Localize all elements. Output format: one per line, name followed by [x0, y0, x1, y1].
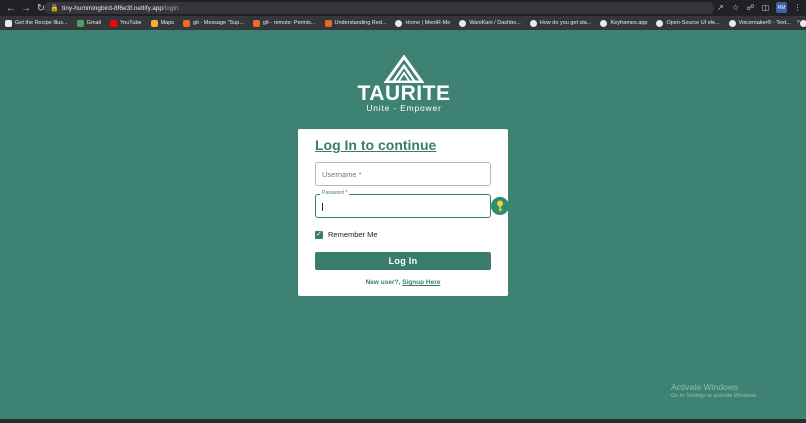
youtube-icon	[109, 19, 117, 27]
text-caret	[322, 203, 323, 211]
bookmark-item[interactable]: Siri Guru Granth Sa...	[799, 19, 806, 27]
sidepanel-icon[interactable]: ◫	[761, 3, 770, 12]
watermark-subtitle: Go to Settings to activate Windows.	[671, 393, 758, 399]
bookmark-item[interactable]: How do you get sta...	[529, 19, 592, 27]
bookmark-label: YouTube	[119, 20, 142, 26]
star-icon[interactable]: ☆	[731, 3, 740, 12]
bookmark-item[interactable]: Maps	[150, 19, 175, 27]
globe-icon	[529, 19, 537, 27]
password-label: Password *	[320, 190, 350, 196]
address-bar[interactable]: 🔒 tiny-hummingbird-8f6e3f.netlify.app /l…	[44, 2, 714, 14]
git-icon	[183, 19, 191, 27]
bookmark-item[interactable]: WaniKani / Dashbo...	[459, 19, 521, 27]
activate-windows-watermark: Activate Windows Go to Settings to activ…	[671, 382, 758, 399]
bookmark-label: Maps	[160, 20, 175, 26]
globe-icon	[799, 19, 806, 27]
signup-row: New user?, Signup Here	[298, 279, 508, 286]
extensions-icon[interactable]: ☍	[746, 3, 755, 12]
globe-icon	[459, 19, 467, 27]
git-icon	[252, 19, 260, 27]
globe-icon	[656, 19, 664, 27]
globe-icon	[728, 19, 736, 27]
bookmark-label: git - remote: Permis...	[262, 20, 316, 26]
signup-prefix: New user?,	[365, 279, 401, 286]
share-icon[interactable]: ↗	[716, 3, 725, 12]
gmail-icon	[76, 19, 84, 27]
bookmark-item[interactable]: YouTube	[109, 19, 142, 27]
bookmarks-bar: Get the Recipe Illus... Gmail YouTube Maps g…	[0, 16, 806, 30]
bookmark-item[interactable]: Voicemaker® - Text...	[728, 19, 791, 27]
bookmark-label: WaniKani / Dashbo...	[469, 20, 521, 26]
taurite-logo: TAURITE Unite - Empower	[356, 55, 452, 115]
bookmark-label: Home | MentR-Me	[405, 20, 451, 26]
username-field[interactable]: Username *	[315, 162, 491, 186]
bookmark-item[interactable]: git - Message "Sup...	[183, 19, 244, 27]
bookmark-label: How do you get sta...	[539, 20, 592, 26]
bookmark-item[interactable]: Get the Recipe Illus...	[5, 19, 68, 27]
menu-kebab-icon[interactable]: ⋮	[793, 3, 802, 12]
password-field[interactable]: Password *	[315, 190, 491, 218]
mountain-logo-icon	[384, 55, 424, 83]
bookmark-label: git - Message "Sup...	[193, 20, 244, 26]
login-title: Log In to continue	[315, 137, 437, 153]
bookmark-label: Open-Source UI ele...	[666, 20, 720, 26]
taskbar-edge	[0, 419, 806, 423]
globe-icon	[600, 19, 608, 27]
browser-toolbar: ← → ↻ 🔒 tiny-hummingbird-8f6e3f.netlify.…	[0, 0, 806, 16]
bookmark-item[interactable]: Keyframes.app	[600, 19, 648, 27]
login-button[interactable]: Log In	[315, 252, 491, 270]
remember-me-checkbox[interactable]: ✓	[315, 230, 323, 239]
bookmarks-overflow-icon[interactable]: »	[797, 19, 800, 25]
bookmark-label: Get the Recipe Illus...	[15, 20, 68, 26]
bookmark-item[interactable]: Home | MentR-Me	[395, 19, 451, 27]
lock-icon: 🔒	[50, 4, 59, 12]
bookmark-label: Keyframes.app	[610, 20, 648, 26]
profile-avatar[interactable]: RM	[776, 2, 787, 13]
bookmark-label: Gmail	[86, 20, 101, 26]
redux-icon	[324, 19, 332, 27]
bookmark-label: Voicemaker® - Text...	[738, 20, 791, 26]
bookmark-item[interactable]: Understanding Red...	[324, 19, 387, 27]
watermark-title: Activate Windows	[671, 382, 739, 392]
maps-icon	[150, 19, 158, 27]
bookmark-item[interactable]: Gmail	[76, 19, 101, 27]
bookmark-label: Understanding Red...	[334, 20, 387, 26]
username-placeholder: Username *	[322, 170, 362, 179]
password-key-button[interactable]	[491, 197, 509, 215]
logo-tagline: Unite - Empower	[366, 103, 442, 113]
bookmark-item[interactable]: git - remote: Permis...	[252, 19, 316, 27]
remember-me-label: Remember Me	[328, 230, 378, 239]
recipe-icon	[5, 19, 12, 27]
url-host: tiny-hummingbird-8f6e3f.netlify.app	[62, 4, 164, 12]
bookmark-item[interactable]: Open-Source UI ele...	[656, 19, 720, 27]
signup-link[interactable]: Signup Here	[402, 279, 440, 286]
forward-icon[interactable]: →	[19, 1, 33, 15]
back-icon[interactable]: ←	[4, 1, 18, 15]
key-icon	[497, 200, 503, 212]
url-path: /login	[163, 4, 179, 12]
login-card: Log In to continue Username * Password *…	[298, 129, 509, 296]
logo-wordmark: TAURITE	[357, 82, 451, 105]
globe-icon	[395, 19, 403, 27]
remember-me-row[interactable]: ✓ Remember Me	[315, 230, 378, 239]
